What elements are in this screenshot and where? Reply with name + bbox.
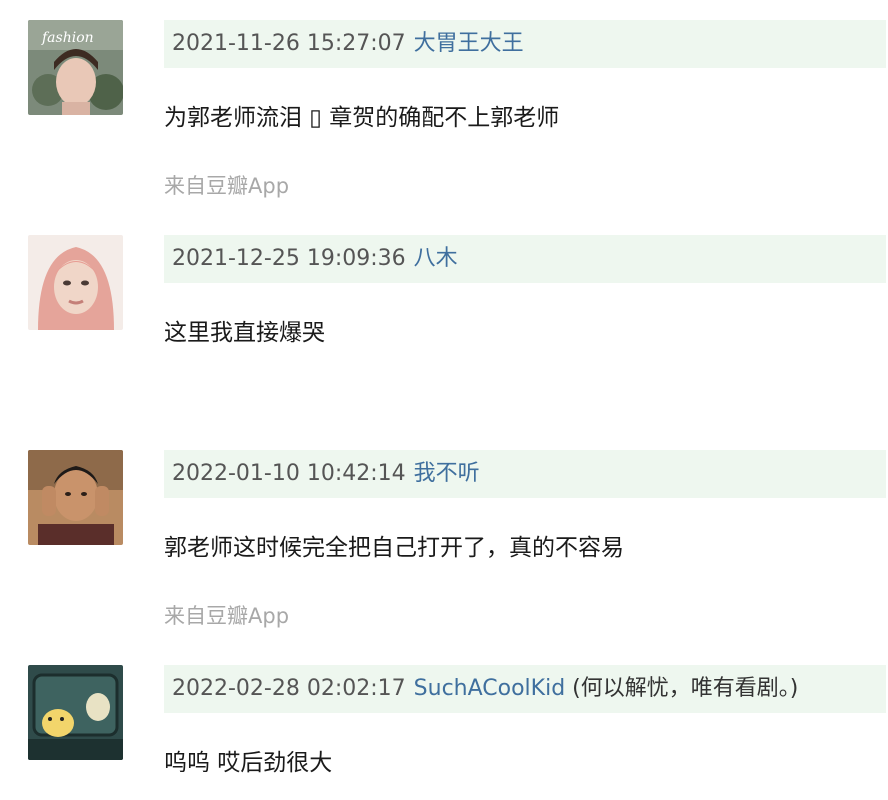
user-avatar[interactable] — [28, 235, 123, 330]
comment-timestamp: 2022-02-28 02:02:17 — [172, 676, 406, 701]
comment-username[interactable]: SuchACoolKid — [414, 676, 566, 701]
comment-text: 这里我直接爆哭 — [164, 320, 325, 346]
comment-username[interactable]: 八木 — [414, 246, 458, 271]
comment-text: 郭老师这时候完全把自己打开了，真的不容易 — [164, 535, 624, 561]
comment-meta: 2022-01-10 10:42:14 我不听 — [164, 450, 886, 498]
user-avatar[interactable] — [28, 665, 123, 760]
comment-source: 来自豆瓣App — [164, 174, 290, 198]
avatar-photo-icon — [28, 665, 123, 760]
user-avatar[interactable]: fashion — [28, 20, 123, 115]
comment-user-status: (何以解忧，唯有看剧。) — [572, 676, 799, 701]
comment-text: 呜呜 哎后劲很大 — [164, 750, 333, 776]
comment-text: 为郭老师流泪 ▯ 章贺的确配不上郭老师 — [164, 105, 560, 131]
comment-source: 来自豆瓣App — [164, 604, 290, 628]
comment-timestamp: 2021-11-26 15:27:07 — [172, 31, 406, 56]
comment-timestamp: 2022-01-10 10:42:14 — [172, 461, 406, 486]
comment-meta: 2022-02-28 02:02:17 SuchACoolKid (何以解忧，唯有… — [164, 665, 886, 713]
avatar-photo-icon — [28, 450, 123, 545]
comment-meta: 2021-11-26 15:27:07 大胃王大王 — [164, 20, 886, 68]
avatar-photo-icon — [28, 235, 123, 330]
comment-timestamp: 2021-12-25 19:09:36 — [172, 246, 406, 271]
avatar-photo-icon: fashion — [28, 20, 123, 115]
comment-username[interactable]: 大胃王大王 — [414, 31, 524, 56]
user-avatar[interactable] — [28, 450, 123, 545]
comment-username[interactable]: 我不听 — [414, 461, 480, 486]
svg-text:fashion: fashion — [41, 30, 94, 46]
comment-meta: 2021-12-25 19:09:36 八木 — [164, 235, 886, 283]
